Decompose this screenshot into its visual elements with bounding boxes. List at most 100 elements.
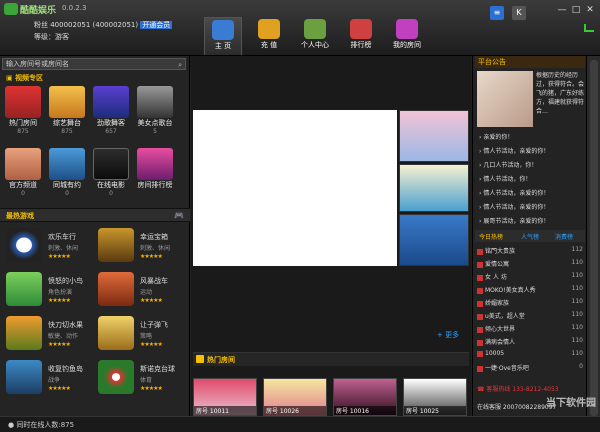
skin-icon[interactable]: K (512, 6, 526, 20)
game-thumb (98, 360, 134, 394)
game-item[interactable]: 风暴战车 运动 ★★★★★ (94, 270, 184, 310)
room-card[interactable]: 房号 10025 (403, 378, 467, 416)
nav-home[interactable]: 主 页 (204, 17, 242, 55)
notice-item[interactable]: › 几口人节活动，你！ (479, 160, 537, 169)
notice-item-text: 展哥节活动，亲爱的你！ (483, 218, 550, 225)
notice-item[interactable]: › 情人节活动，亲爱的你！ (479, 146, 549, 155)
vip-button[interactable]: 开通会员 (140, 21, 173, 29)
rank-count: 110 (571, 350, 583, 357)
rank-row[interactable]: 满病会情人 110 (477, 337, 585, 348)
game-item[interactable]: 让子弹飞 策略 ★★★★★ (94, 314, 184, 354)
nav-label: 主 页 (214, 42, 232, 50)
notice-image[interactable] (477, 71, 533, 127)
rank-badge (477, 313, 483, 320)
game-name: 收复钓鱼岛 (48, 365, 83, 373)
tile-count: 875 (17, 128, 29, 135)
minimize-icon[interactable]: — (556, 4, 568, 16)
tile-thumb (137, 86, 173, 118)
app-window: 酷酷娱乐 0.0.2.3 粉丝 400002051 (400002051) 开通… (0, 0, 600, 432)
ad-banner[interactable] (399, 164, 469, 212)
hotline-text[interactable]: ☎ 客服热线 133-8212-4053 (477, 384, 559, 393)
rank-badge (477, 261, 483, 268)
notice-item[interactable]: › 展哥节活动，亲爱的你！ (479, 216, 549, 225)
nav-profile[interactable]: 个人中心 (296, 17, 334, 55)
tile-label: 房间排行榜 (137, 181, 173, 189)
user-level: 等级：游客 (34, 33, 69, 41)
game-sub: 角色扮演 (48, 289, 73, 296)
rank-row[interactable]: 女 人 坊 110 (477, 272, 585, 283)
tile-thumb (93, 148, 129, 180)
notice-header: 平台公告 (475, 56, 585, 68)
tile-count: 0 (109, 190, 113, 197)
nav-ranking[interactable]: 排行榜 (342, 17, 380, 55)
room-card[interactable]: 房号 10016 (333, 378, 397, 416)
video-tile[interactable]: 美女点歌台 5 (136, 86, 174, 135)
maximize-icon[interactable]: □ (570, 4, 582, 16)
rank-row[interactable]: 铭門大贵族 112 (477, 246, 585, 257)
video-player[interactable] (193, 110, 397, 266)
rank-row[interactable]: 爱情公寓 110 (477, 259, 585, 270)
tile-label: 劲歌舞客 (97, 119, 125, 127)
game-name: 斯诺克台球 (140, 365, 175, 373)
menu-icon[interactable]: ≡ (490, 6, 504, 20)
video-tile[interactable]: 劲歌舞客 657 (92, 86, 130, 135)
rank-row[interactable]: u美式，超人堂 110 (477, 311, 585, 322)
video-tile[interactable]: 热门房间 875 (4, 86, 42, 135)
gamepad-icon[interactable]: 🎮 (174, 211, 184, 220)
room-card[interactable]: 房号 10011 (193, 378, 257, 416)
game-item[interactable]: 收复钓鱼岛 战争 ★★★★★ (2, 358, 92, 398)
notice-item[interactable]: › 情人节活动，亲爱的你！ (479, 202, 549, 211)
rank-row[interactable]: MOKO!美女真人秀 110 (477, 285, 585, 296)
tab-today-hot[interactable]: 今日热榜 (479, 232, 503, 241)
ad-banner[interactable] (399, 110, 469, 162)
rank-name: 倾心大世界 (485, 326, 516, 333)
game-sub: 战争 (48, 377, 61, 384)
tab-popularity[interactable]: 人气榜 (521, 232, 539, 241)
game-item[interactable]: 愤怒的小鸟 角色扮演 ★★★★★ (2, 270, 92, 310)
notice-item[interactable]: › 情人节活动，亲爱的你！ (479, 188, 549, 197)
watermark: 当下软件园 (546, 398, 596, 409)
search-icon[interactable]: ⌕ (178, 60, 182, 70)
game-item[interactable]: 斯诺克台球 体育 ★★★★★ (94, 358, 184, 398)
scrollbar-thumb[interactable] (590, 60, 598, 416)
video-tile[interactable]: 官方频道 0 (4, 148, 42, 197)
room-card[interactable]: 房号 10026 (263, 378, 327, 416)
rank-row[interactable]: 一婕·Ove音乐吧 0 (477, 363, 585, 374)
tile-label: 综艺舞台 (53, 119, 81, 127)
notice-item[interactable]: › 情人节活动，你！ (479, 174, 531, 183)
game-sub: 刺激、休闲 (48, 245, 79, 252)
nav-my-room[interactable]: 我的房间 (388, 17, 426, 55)
rank-row[interactable]: 娇媚家族 110 (477, 298, 585, 309)
tile-label: 官方频道 (9, 181, 37, 189)
tile-count: 5 (153, 128, 157, 135)
rank-row[interactable]: 倾心大世界 110 (477, 324, 585, 335)
room-search-input[interactable]: 输入房间号或房间名 ⌕ (2, 58, 186, 70)
status-bar: ● 同时在线人数:875 (0, 416, 600, 432)
nav-recharge[interactable]: 充 值 (250, 17, 288, 55)
video-tile[interactable]: 综艺舞台 875 (48, 86, 86, 135)
tab-spending[interactable]: 消费榜 (555, 232, 573, 241)
tile-thumb (93, 86, 129, 118)
online-service[interactable]: 在线客服 20070082289097 (477, 402, 556, 411)
rank-count: 110 (571, 272, 583, 279)
rank-badge (477, 248, 483, 255)
video-tile[interactable]: 同城有约 0 (48, 148, 86, 197)
close-icon[interactable]: ✕ (584, 4, 596, 16)
tile-count: 0 (21, 190, 25, 197)
ad-banner[interactable] (399, 214, 469, 266)
scrollbar[interactable] (586, 56, 600, 416)
game-sub: 刺激、休闲 (140, 245, 171, 252)
video-tile[interactable]: 房间排行榜 (136, 148, 174, 190)
rank-row[interactable]: 10005 110 (477, 350, 585, 361)
game-item[interactable]: 欢乐车行 刺激、休闲 ★★★★★ (2, 226, 92, 266)
rank-badge (477, 339, 483, 346)
game-sub: 运动 (140, 289, 153, 296)
notice-item[interactable]: › 亲爱的你！ (479, 132, 513, 141)
game-item[interactable]: 幸运宝箱 刺激、休闲 ★★★★★ (94, 226, 184, 266)
app-name: 酷酷娱乐 (20, 6, 57, 16)
game-item[interactable]: 快刀切水果 敏捷、动作 ★★★★★ (2, 314, 92, 354)
nav-label: 个人中心 (301, 41, 329, 49)
rank-count: 0 (579, 363, 583, 370)
more-link[interactable]: + 更多 (437, 330, 459, 340)
video-tile[interactable]: 在线电影 0 (92, 148, 130, 197)
